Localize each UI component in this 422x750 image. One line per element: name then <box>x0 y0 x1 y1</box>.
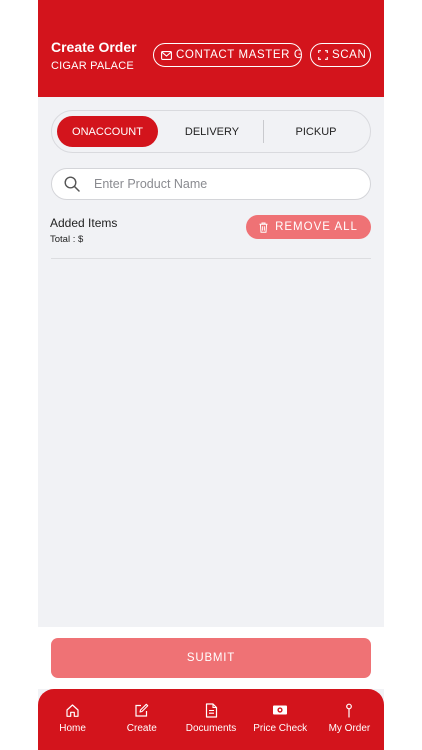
app-screen: Create Order CIGAR PALACE CONTACT MASTER… <box>38 0 384 750</box>
scan-icon <box>318 50 328 60</box>
nav-my-order-label: My Order <box>328 723 371 734</box>
money-icon <box>273 705 288 715</box>
order-type-selector: ONACCOUNT DELIVERY PICKUP <box>51 110 371 153</box>
scan-button[interactable]: SCAN <box>310 43 371 67</box>
submit-button[interactable]: SUBMIT <box>51 638 371 678</box>
nav-price-check-label: Price Check <box>253 723 308 734</box>
trash-icon <box>259 222 268 233</box>
nav-home[interactable]: Home <box>38 689 107 750</box>
submit-bar: SUBMIT <box>38 627 384 689</box>
edit-icon <box>135 703 149 717</box>
order-type-onaccount[interactable]: ONACCOUNT <box>57 116 158 147</box>
nav-home-label: Home <box>59 723 86 734</box>
nav-price-check[interactable]: Price Check <box>246 689 315 750</box>
remove-all-label: REMOVE ALL <box>275 221 358 233</box>
order-type-pickup[interactable]: PICKUP <box>266 116 366 147</box>
contact-button-label: CONTACT MASTER G <box>176 49 302 61</box>
nav-documents[interactable]: Documents <box>176 689 245 750</box>
nav-create-label: Create <box>126 723 157 734</box>
bottom-nav: Home Create Documents Price Check My Ord… <box>38 689 384 750</box>
added-items-title: Added Items <box>50 216 118 230</box>
store-name: CIGAR PALACE <box>51 60 134 72</box>
added-items-list <box>38 259 384 624</box>
app-header: Create Order CIGAR PALACE CONTACT MASTER… <box>38 0 384 97</box>
scan-button-label: SCAN <box>332 49 367 61</box>
nav-create[interactable]: Create <box>107 689 176 750</box>
remove-all-button[interactable]: REMOVE ALL <box>246 215 371 239</box>
document-icon <box>205 703 217 718</box>
home-icon <box>66 704 79 717</box>
search-icon <box>64 176 80 192</box>
page-title: Create Order <box>51 39 137 55</box>
order-total: Total : $ <box>50 234 84 245</box>
nav-documents-label: Documents <box>185 723 237 734</box>
contact-button[interactable]: CONTACT MASTER G <box>153 43 302 67</box>
nav-my-order[interactable]: My Order <box>315 689 384 750</box>
mail-icon <box>161 50 172 60</box>
order-type-delivery[interactable]: DELIVERY <box>164 116 260 147</box>
pin-icon <box>346 703 353 718</box>
segment-divider <box>263 120 264 143</box>
product-search <box>51 168 371 200</box>
product-search-input[interactable] <box>92 176 346 192</box>
